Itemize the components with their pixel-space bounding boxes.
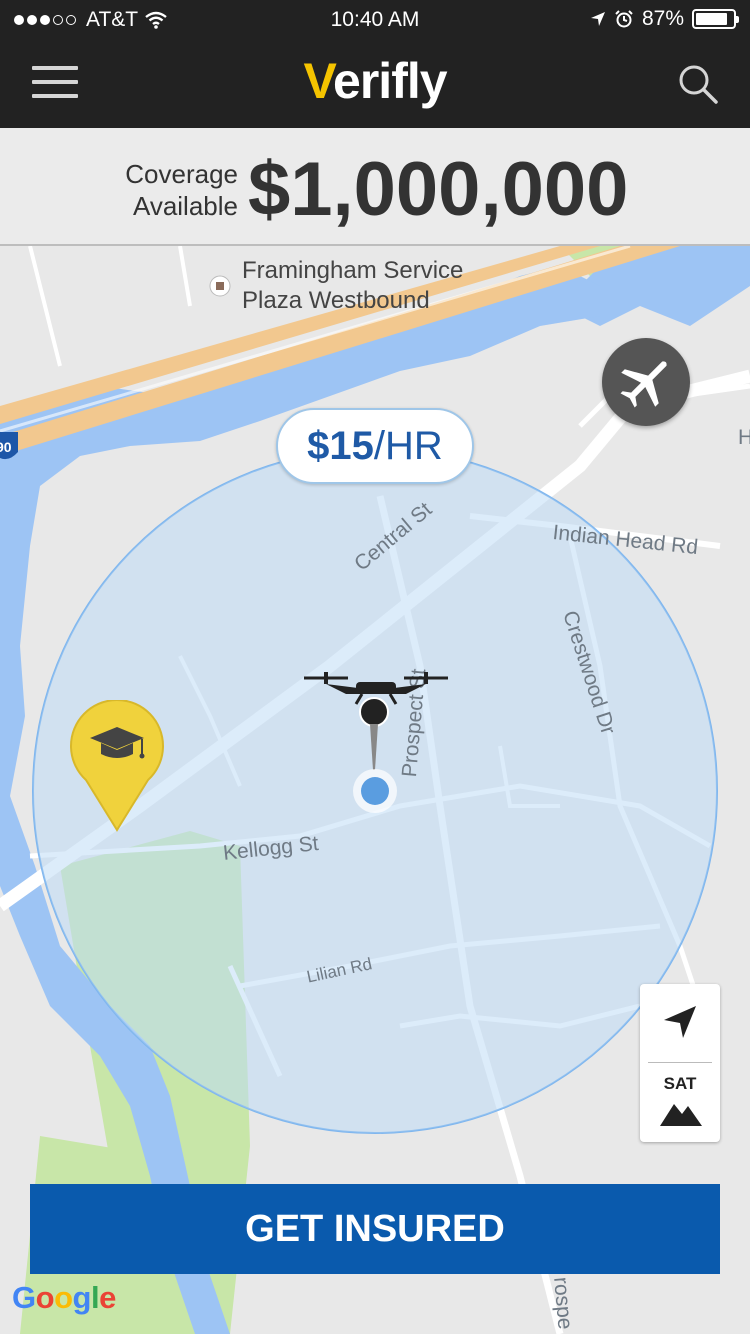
satellite-toggle-label[interactable]: SAT xyxy=(640,1074,720,1094)
interstate-shield: 90 xyxy=(0,439,12,455)
top-nav-bar: Verifly xyxy=(0,40,750,128)
road-label-edge: H xyxy=(738,426,750,449)
battery-percent: 87% xyxy=(641,7,684,30)
google-logo-letter: G xyxy=(12,1280,36,1315)
poi-framingham-service-plaza[interactable]: Framingham Service Plaza Westbound xyxy=(242,256,463,316)
battery-icon xyxy=(692,9,739,29)
google-logo-letter: o xyxy=(54,1280,73,1315)
search-icon[interactable] xyxy=(676,62,720,106)
current-location-marker xyxy=(353,769,397,813)
google-logo-letter: g xyxy=(72,1280,92,1315)
map-controls: SAT xyxy=(640,984,720,1142)
coverage-banner: Coverage Available $1,000,000 xyxy=(0,128,750,246)
map-view[interactable]: 90 Framingham Service Plaza Westbound Ce… xyxy=(0,246,750,1334)
navigation-arrow-icon[interactable] xyxy=(660,1002,700,1042)
get-insured-button[interactable]: GET INSURED xyxy=(30,1184,720,1274)
road-label-prospect-bottom: rospe xyxy=(549,1276,577,1331)
mountain-icon[interactable] xyxy=(658,1096,704,1128)
airport-button[interactable] xyxy=(602,338,690,426)
verifly-logo: Verifly xyxy=(303,53,447,109)
coverage-label: Coverage Available xyxy=(125,159,238,221)
google-logo-letter: o xyxy=(35,1280,55,1315)
alarm-icon xyxy=(615,10,633,28)
airplane-icon xyxy=(620,361,667,408)
status-right: 87% xyxy=(590,7,739,31)
google-logo-letter: l xyxy=(90,1280,100,1315)
coverage-amount: $1,000,000 xyxy=(248,147,629,232)
location-arrow-icon xyxy=(590,12,605,26)
hourly-rate-badge[interactable]: $15/HR xyxy=(276,408,474,484)
status-bar: AT&T 10:40 AM 87% xyxy=(0,0,750,40)
google-logo: Google xyxy=(12,1280,116,1316)
google-logo-letter: e xyxy=(99,1280,116,1315)
school-marker[interactable] xyxy=(68,700,166,832)
